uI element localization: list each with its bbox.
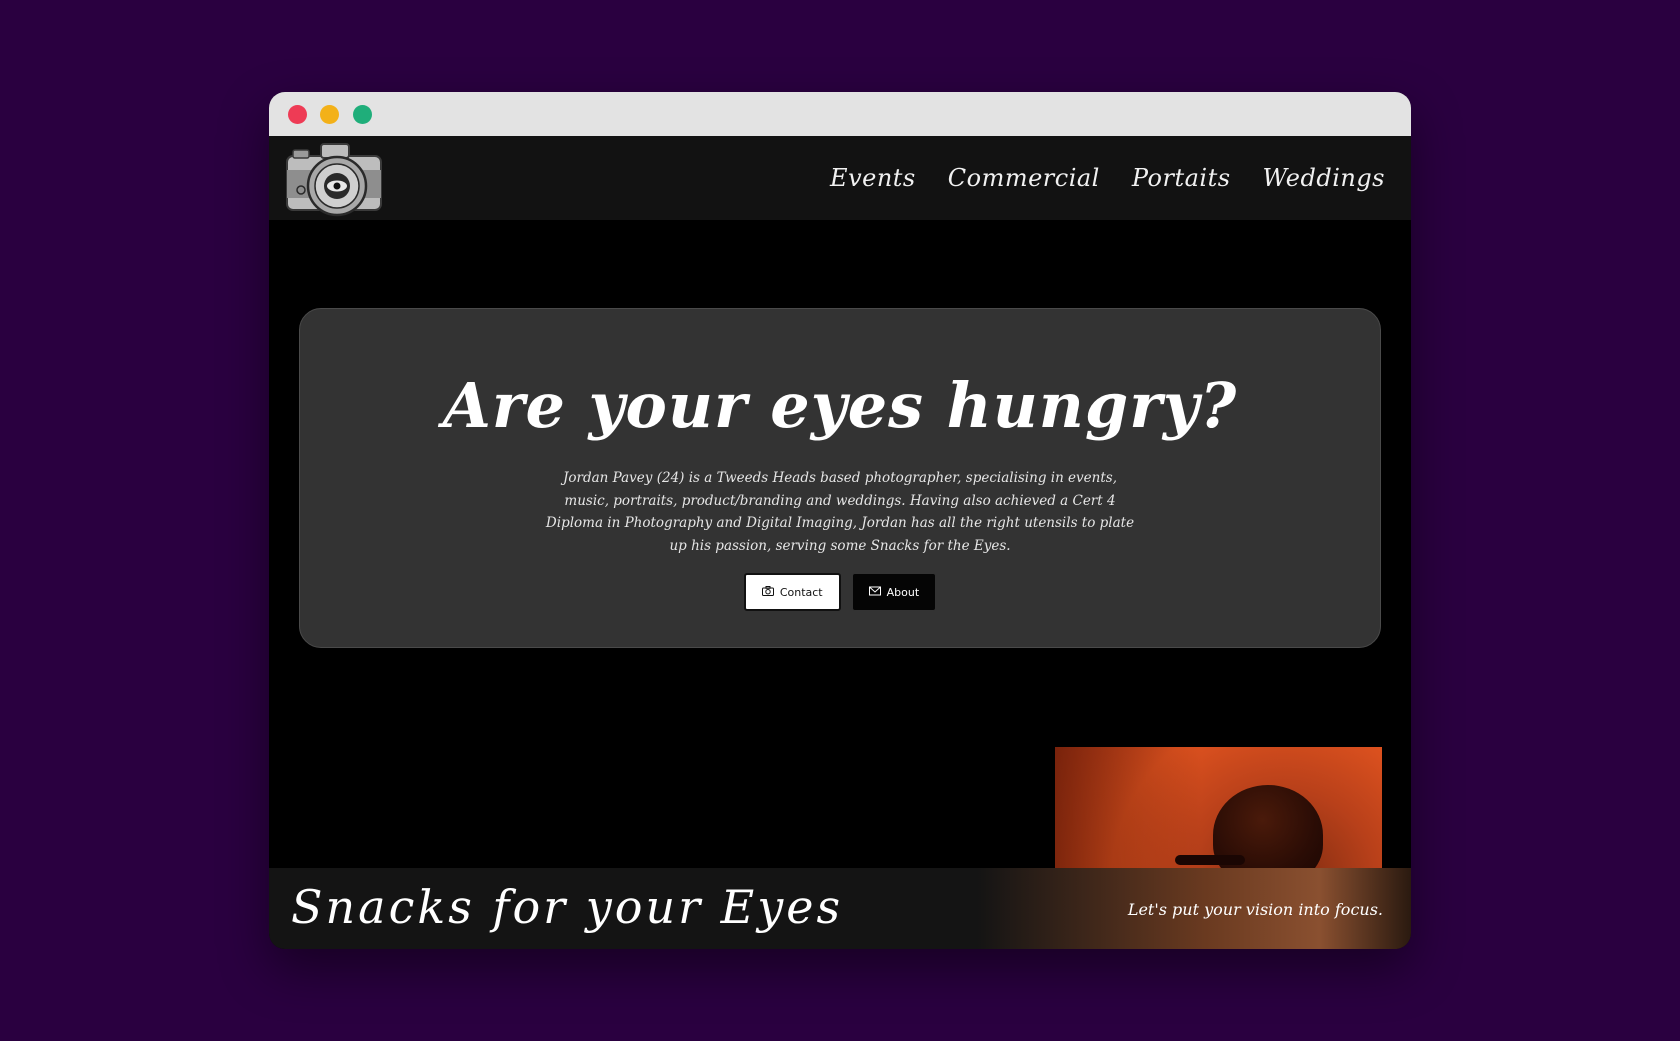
footer-title: Snacks for your Eyes bbox=[291, 880, 844, 934]
nav-link-weddings[interactable]: Weddings bbox=[1263, 164, 1385, 192]
hero-buttons: Contact About bbox=[300, 573, 1380, 611]
envelope-icon bbox=[868, 586, 881, 599]
footer-tagline: Let's put your vision into focus. bbox=[1127, 900, 1383, 919]
concert-performer-photo bbox=[1055, 747, 1382, 871]
about-button[interactable]: About bbox=[851, 573, 937, 611]
nav-link-commercial[interactable]: Commercial bbox=[948, 164, 1100, 192]
camera-icon bbox=[761, 585, 774, 599]
about-button-label: About bbox=[886, 585, 920, 599]
nav-link-portraits[interactable]: Portaits bbox=[1132, 164, 1231, 192]
browser-window: Events Commercial Portaits Weddings Are … bbox=[269, 92, 1411, 949]
close-button[interactable] bbox=[288, 105, 307, 124]
contact-button[interactable]: Contact bbox=[743, 573, 841, 611]
nav-link-events[interactable]: Events bbox=[830, 164, 916, 192]
hero-card: Are your eyes hungry? Jordan Pavey (24) … bbox=[299, 308, 1381, 648]
camera-logo-icon[interactable] bbox=[285, 140, 383, 218]
microphone-silhouette bbox=[1175, 855, 1245, 865]
maximize-button[interactable] bbox=[353, 105, 372, 124]
contact-button-label: Contact bbox=[779, 585, 823, 599]
window-titlebar bbox=[269, 92, 1411, 136]
minimize-button[interactable] bbox=[320, 105, 339, 124]
site-navbar: Events Commercial Portaits Weddings bbox=[269, 136, 1411, 220]
site-footer: Snacks for your Eyes Let's put your visi… bbox=[269, 868, 1411, 949]
hero-title: Are your eyes hungry? bbox=[442, 369, 1238, 442]
hero-description: Jordan Pavey (24) is a Tweeds Heads base… bbox=[545, 470, 1135, 554]
main-nav: Events Commercial Portaits Weddings bbox=[830, 136, 1385, 220]
